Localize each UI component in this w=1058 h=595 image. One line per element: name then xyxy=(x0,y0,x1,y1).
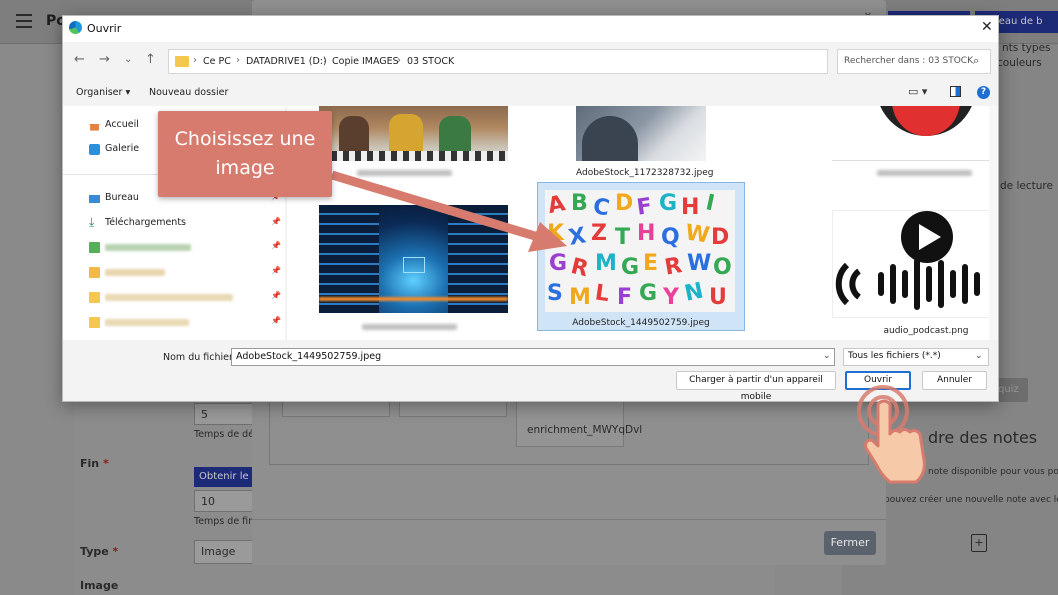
callout-line-1: Choisissez une xyxy=(174,128,316,150)
tutorial-callout: Choisissez une image xyxy=(158,111,332,197)
tutorial-arrow xyxy=(330,170,567,252)
pointing-hand-icon xyxy=(864,399,926,484)
callout-line-2: image xyxy=(215,157,275,179)
callout-text: Choisissez une image xyxy=(158,125,332,183)
